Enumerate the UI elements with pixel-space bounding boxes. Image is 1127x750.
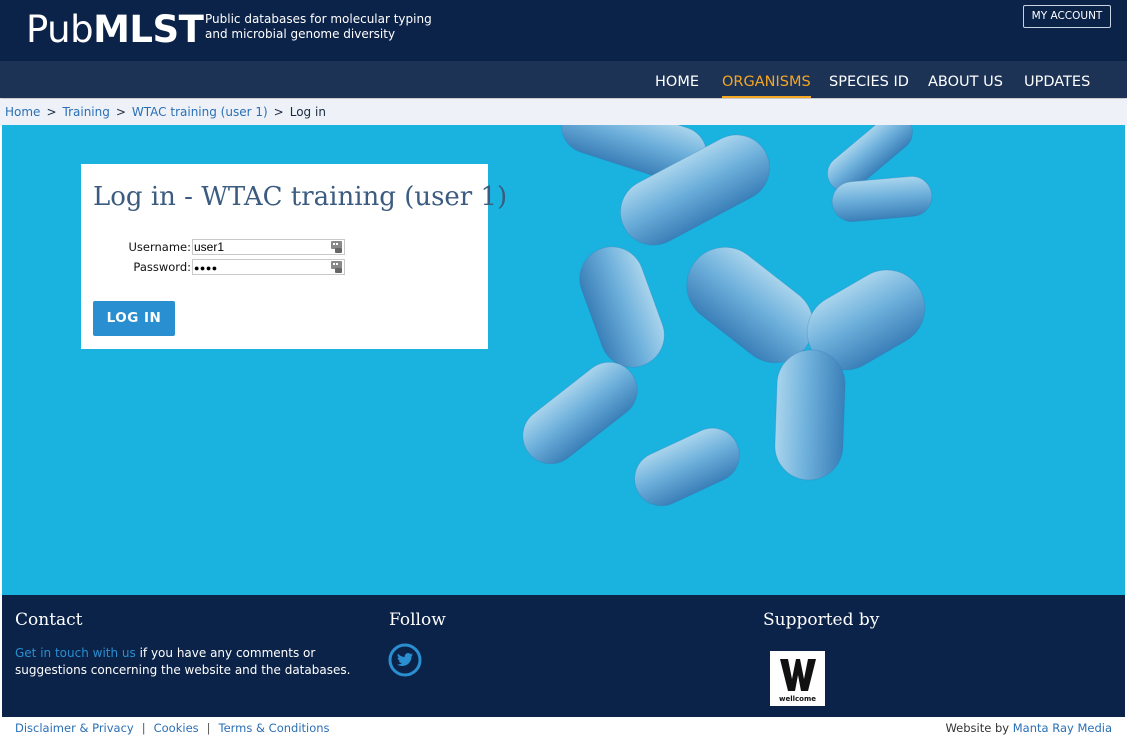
username-value: user1 [194, 240, 225, 254]
wellcome-logo[interactable]: wellcome [770, 651, 825, 706]
top-header: PubMLST Public databases for molecular t… [0, 0, 1127, 61]
cookies-link[interactable]: Cookies [154, 721, 199, 735]
contact-text: Get in touch with us if you have any com… [15, 645, 365, 679]
main-nav: HOME ORGANISMS SPECIES ID ABOUT US UPDAT… [0, 61, 1127, 98]
nav-about-us[interactable]: ABOUT US [928, 61, 1003, 98]
breadcrumb-home[interactable]: Home [5, 105, 40, 119]
breadcrumb-current: Log in [289, 105, 326, 119]
breadcrumb-separator: > [115, 105, 126, 119]
nav-organisms[interactable]: ORGANISMS [722, 61, 811, 98]
login-title: Log in - WTAC training (user 1) [93, 182, 508, 212]
password-field[interactable]: ●●●● [192, 259, 345, 275]
breadcrumb-separator: > [273, 105, 284, 119]
link-separator: | [206, 721, 211, 735]
credit-prefix: Website by [945, 721, 1013, 735]
breadcrumb-training[interactable]: Training [63, 105, 110, 119]
follow-heading: Follow [389, 610, 446, 630]
nav-species-id[interactable]: SPECIES ID [829, 61, 909, 98]
disclaimer-link[interactable]: Disclaimer & Privacy [15, 721, 134, 735]
tagline-line-1: Public databases for molecular typing [205, 12, 432, 26]
password-manager-icon[interactable] [331, 261, 342, 273]
breadcrumb: Home > Training > WTAC training (user 1) > Log… [0, 99, 1127, 125]
credit: Website by Manta Ray Media [945, 717, 1112, 739]
nav-home[interactable]: HOME [655, 61, 699, 98]
svg-text:wellcome: wellcome [779, 695, 816, 703]
password-manager-icon[interactable] [331, 241, 342, 253]
bottom-bar: Disclaimer & Privacy | Cookies | Terms & Con… [0, 717, 1127, 750]
nav-updates[interactable]: UPDATES [1024, 61, 1090, 98]
site-footer: Contact Get in touch with us if you have… [2, 595, 1125, 717]
login-panel: Log in - WTAC training (user 1) Username… [81, 164, 507, 349]
breadcrumb-separator: > [46, 105, 57, 119]
breadcrumb-wtac-training[interactable]: WTAC training (user 1) [132, 105, 268, 119]
password-label: Password: [133, 260, 191, 274]
legal-links: Disclaimer & Privacy | Cookies | Terms & Con… [15, 717, 330, 739]
twitter-icon[interactable] [388, 643, 422, 677]
tagline-line-2: and microbial genome diversity [205, 27, 396, 41]
my-account-button[interactable]: MY ACCOUNT [1023, 5, 1111, 28]
link-separator: | [141, 721, 146, 735]
credit-link[interactable]: Manta Ray Media [1013, 721, 1112, 735]
supported-heading: Supported by [763, 610, 880, 630]
site-tagline: Public databases for molecular typing an… [205, 12, 432, 42]
username-field[interactable]: user1 [192, 239, 345, 255]
password-value: ●●●● [194, 263, 218, 273]
contact-link[interactable]: Get in touch with us [15, 646, 136, 660]
login-button[interactable]: LOG IN [93, 301, 175, 336]
username-label: Username: [128, 240, 192, 254]
contact-heading: Contact [15, 610, 83, 630]
terms-link[interactable]: Terms & Conditions [219, 721, 330, 735]
site-logo[interactable]: PubMLST [26, 9, 204, 51]
